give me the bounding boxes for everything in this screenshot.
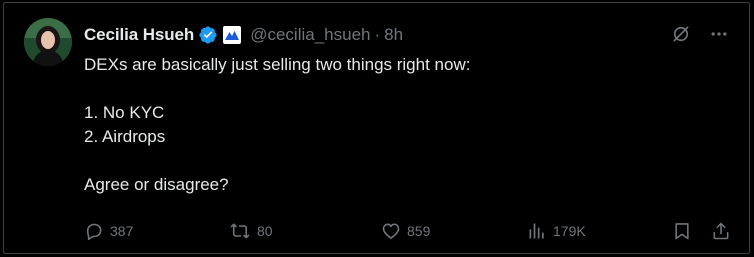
views-button[interactable]: 179K [527, 219, 586, 243]
share-icon [713, 222, 729, 240]
like-icon [382, 223, 400, 239]
separator-dot: · [374, 25, 381, 44]
tweet-line: Agree or disagree? [84, 175, 229, 194]
author-handle[interactable]: @cecilia_hsueh [250, 25, 370, 45]
tweet-line: 1. No KYC [84, 103, 165, 122]
tweet-line [84, 149, 724, 173]
repost-icon [230, 223, 250, 239]
views-count: 179K [553, 223, 586, 239]
grok-icon[interactable] [669, 22, 693, 46]
like-button[interactable]: 859 [381, 219, 430, 243]
reply-icon [86, 223, 102, 240]
repost-count: 80 [257, 223, 273, 239]
more-icon[interactable] [707, 22, 731, 46]
tweet-card[interactable]: Cecilia Hsueh @cecilia_hsueh · 8h DEXs a… [3, 2, 750, 254]
reply-button[interactable]: 387 [84, 219, 133, 243]
share-button[interactable] [711, 219, 731, 243]
avatar[interactable] [24, 18, 72, 66]
timestamp[interactable]: 8h [384, 25, 403, 45]
avatar-image [24, 18, 72, 66]
reply-count: 387 [110, 223, 134, 239]
bookmark-button[interactable] [672, 219, 692, 243]
tweet-line: DEXs are basically just selling two thin… [84, 55, 471, 74]
tweet-actions: 387 80 859 179K [84, 219, 736, 243]
bookmark-icon [675, 223, 689, 240]
verified-badge-icon[interactable] [198, 25, 218, 45]
tweet-line: 2. Airdrops [84, 127, 166, 146]
repost-button[interactable]: 80 [229, 219, 273, 243]
tweet-line [84, 77, 724, 101]
views-icon [529, 223, 544, 239]
tweet-header: Cecilia Hsueh @cecilia_hsueh · 8h [84, 23, 403, 47]
affiliate-badge-icon[interactable] [222, 25, 242, 45]
top-actions [669, 22, 731, 46]
like-count: 859 [407, 223, 431, 239]
tweet-text: DEXs are basically just selling two thin… [84, 53, 724, 197]
author-name[interactable]: Cecilia Hsueh [84, 25, 194, 45]
